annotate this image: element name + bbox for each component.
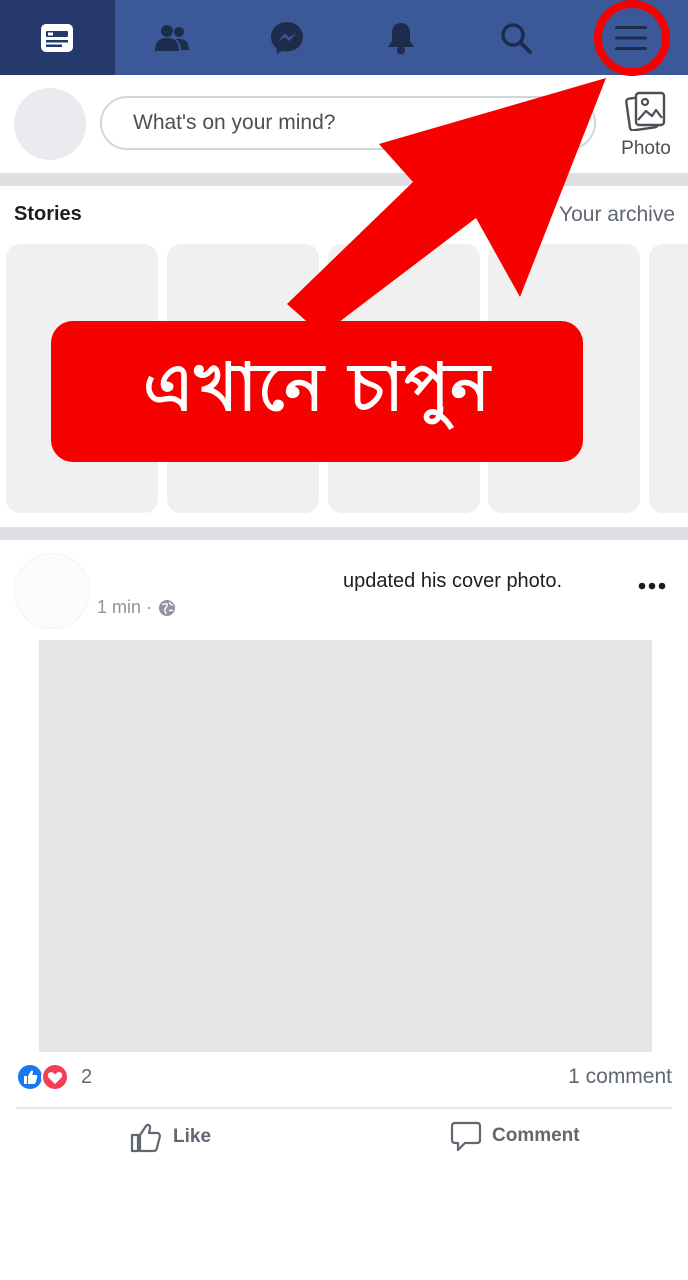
news-feed-icon — [41, 23, 74, 52]
tab-menu[interactable] — [573, 0, 688, 75]
status-composer: What's on your mind? Photo — [0, 75, 688, 173]
section-divider — [0, 173, 688, 186]
instruction-callout: এখানে চাপুন — [51, 321, 583, 462]
post-header-text: updated his cover photo. — [343, 570, 563, 592]
comment-label: Comment — [492, 1125, 580, 1146]
whats-on-your-mind-input[interactable]: What's on your mind? — [100, 96, 596, 150]
top-navigation-bar — [0, 0, 688, 75]
post-time-text: 1 min · — [97, 597, 153, 617]
tab-notifications[interactable] — [344, 0, 459, 75]
story-card[interactable] — [649, 244, 688, 513]
friends-icon — [154, 24, 189, 51]
comment-count-link[interactable]: 1 comment — [568, 1065, 672, 1089]
thumbs-up-icon — [130, 1123, 161, 1153]
search-icon — [501, 22, 532, 54]
your-archive-link[interactable]: Your archive — [559, 203, 675, 227]
stories-heading: Stories — [14, 203, 82, 225]
photo-button[interactable]: Photo — [612, 91, 680, 163]
post-timestamp[interactable]: 1 min · — [97, 597, 176, 618]
reaction-count: 2 — [81, 1065, 93, 1088]
like-button[interactable]: Like — [129, 1120, 211, 1154]
post-author-avatar[interactable] — [14, 553, 90, 629]
comment-bubble-icon — [450, 1121, 482, 1152]
tab-search[interactable] — [459, 0, 574, 75]
photo-gallery-icon — [625, 91, 666, 132]
hamburger-menu-icon — [614, 25, 647, 50]
section-divider — [0, 527, 688, 540]
comment-button[interactable]: Comment — [450, 1120, 580, 1152]
tab-messenger[interactable] — [229, 0, 344, 75]
messenger-icon — [270, 21, 303, 54]
like-label: Like — [173, 1126, 212, 1147]
globe-icon — [159, 599, 176, 616]
user-avatar[interactable] — [14, 88, 86, 160]
bell-icon — [388, 22, 415, 54]
instruction-text: এখানে চাপুন — [143, 348, 491, 426]
photo-label: Photo — [621, 138, 671, 159]
post-divider — [16, 1107, 672, 1109]
tab-news-feed[interactable] — [0, 0, 115, 75]
reactions-summary[interactable]: 2 — [16, 1063, 92, 1091]
like-reaction-icon — [16, 1063, 44, 1091]
love-reaction-icon — [41, 1063, 69, 1091]
more-dots-icon[interactable] — [633, 575, 671, 597]
cover-photo-image[interactable] — [39, 640, 652, 1052]
tab-friends[interactable] — [115, 0, 230, 75]
